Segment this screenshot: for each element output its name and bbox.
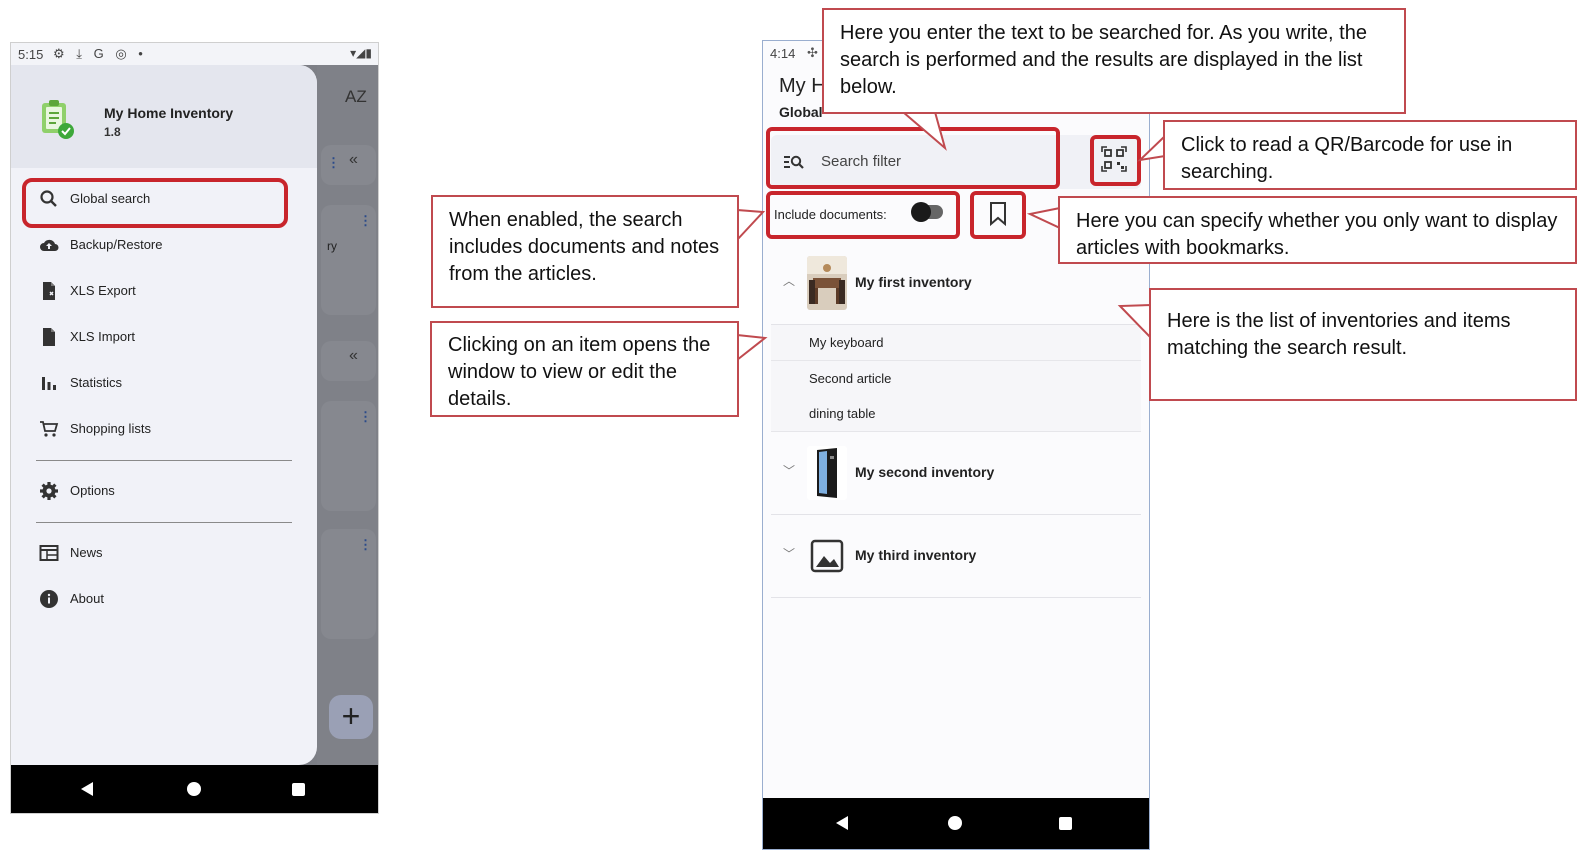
pointer-qr [1137, 133, 1166, 162]
pointer-search [900, 111, 947, 151]
callout-include-docs: When enabled, the search includes docume… [431, 195, 739, 308]
pointer-bookmark [1026, 206, 1061, 230]
pointer-list [1117, 303, 1152, 341]
pointer-click-item [736, 333, 768, 363]
callout-list: Here is the list of inventories and item… [1149, 288, 1577, 401]
callout-qr: Click to read a QR/Barcode for use in se… [1163, 120, 1577, 190]
callout-search-text: Here you enter the text to be searched f… [822, 8, 1406, 114]
callout-click-item: Clicking on an item opens the window to … [430, 321, 739, 417]
pointer-include-docs [736, 208, 766, 243]
callout-bookmarks: Here you can specify whether you only wa… [1058, 196, 1577, 264]
